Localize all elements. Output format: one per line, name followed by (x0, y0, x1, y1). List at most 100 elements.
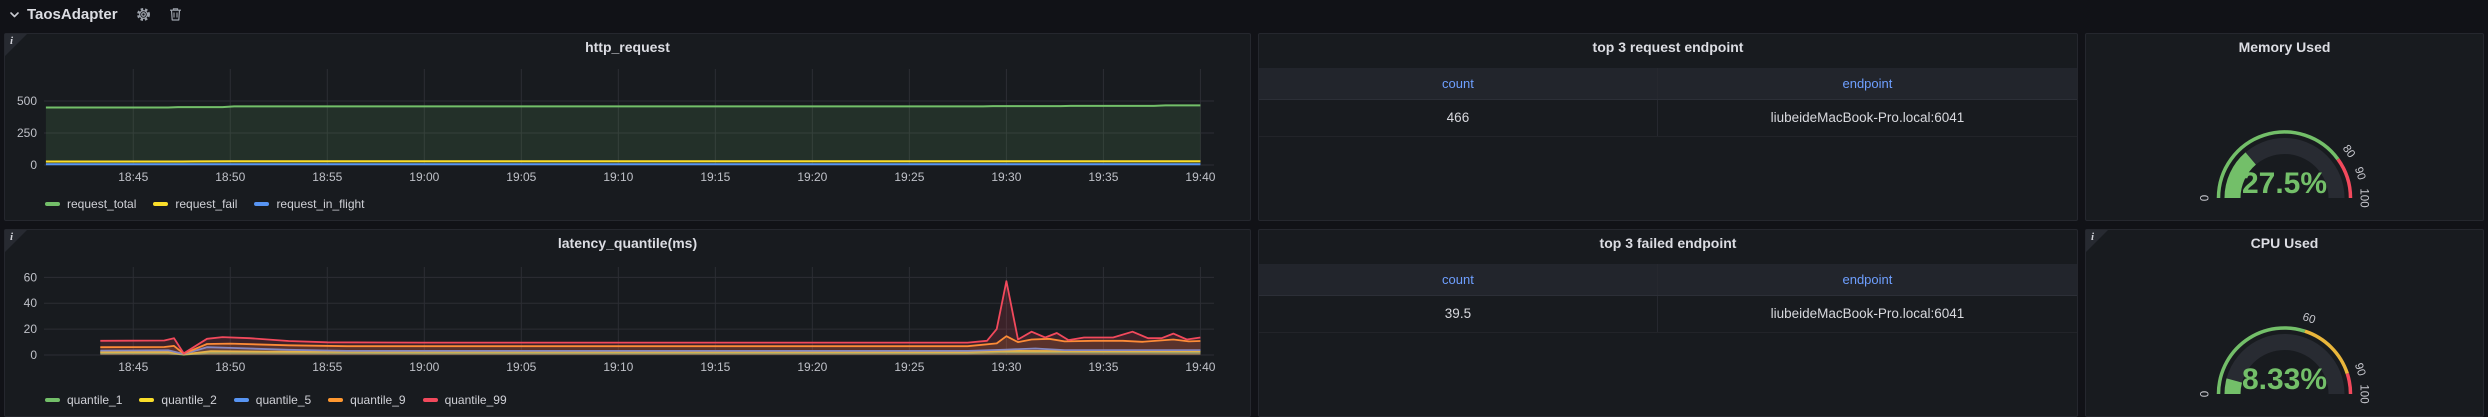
panel-title-cpu-used[interactable]: CPU Used (2086, 230, 2483, 257)
table-header-row: count endpoint (1259, 264, 2077, 296)
panel-cpu-used: i CPU Used 0 60 90 100 8.33% (2085, 229, 2484, 417)
svg-text:19:40: 19:40 (1185, 170, 1215, 184)
svg-text:18:55: 18:55 (312, 170, 342, 184)
legend-swatch (139, 398, 154, 402)
svg-text:18:45: 18:45 (118, 170, 148, 184)
svg-text:90: 90 (2352, 362, 2367, 378)
cell-count: 39.5 (1259, 296, 1657, 332)
panel-info-corner[interactable] (2086, 230, 2108, 252)
legend-item[interactable]: quantile_1 (45, 393, 122, 407)
legend-item[interactable]: request_fail (153, 197, 237, 211)
legend-swatch (153, 202, 168, 206)
memory-used-gauge: 0 80 90 100 27.5% (2086, 60, 2483, 220)
svg-text:250: 250 (17, 126, 37, 140)
trash-icon[interactable] (169, 7, 182, 21)
column-header-endpoint[interactable]: endpoint (1657, 264, 2077, 295)
http-request-plot[interactable]: 025050018:4518:5018:5519:0019:0519:1019:… (5, 34, 1250, 220)
svg-text:0: 0 (30, 348, 37, 362)
svg-text:0: 0 (2200, 391, 2212, 397)
top-request-table: count endpoint 466 liubeideMacBook-Pro.l… (1259, 68, 2077, 137)
table-row: 39.5 liubeideMacBook-Pro.local:6041 (1259, 296, 2077, 333)
svg-text:19:25: 19:25 (894, 360, 924, 374)
legend-label: request_total (67, 197, 136, 211)
legend-swatch (45, 398, 60, 402)
legend-label: quantile_9 (350, 393, 405, 407)
svg-text:19:05: 19:05 (506, 170, 536, 184)
panel-memory-used: Memory Used 0 80 90 100 27.5% (2085, 33, 2484, 221)
svg-text:19:00: 19:00 (409, 170, 439, 184)
svg-text:90: 90 (2352, 166, 2367, 182)
legend-item[interactable]: request_total (45, 197, 136, 211)
gear-icon[interactable] (136, 7, 151, 22)
svg-text:18:50: 18:50 (215, 170, 245, 184)
legend-label: quantile_5 (256, 393, 311, 407)
svg-text:500: 500 (17, 94, 37, 108)
chevron-down-icon[interactable] (9, 9, 20, 20)
svg-text:100: 100 (2357, 384, 2369, 403)
legend-swatch (234, 398, 249, 402)
legend-swatch (423, 398, 438, 402)
svg-text:80: 80 (2340, 143, 2357, 160)
latency-quantile-legend: quantile_1 quantile_2 quantile_5 quantile_9… (45, 393, 507, 407)
table-header-row: count endpoint (1259, 68, 2077, 100)
info-icon[interactable]: i (2091, 231, 2094, 243)
svg-text:100: 100 (2357, 188, 2369, 207)
cpu-used-gauge: 0 60 90 100 8.33% (2086, 256, 2483, 416)
table-row: 466 liubeideMacBook-Pro.local:6041 (1259, 100, 2077, 137)
legend-item[interactable]: quantile_2 (139, 393, 216, 407)
svg-text:0: 0 (2200, 195, 2212, 201)
legend-swatch (328, 398, 343, 402)
svg-text:20: 20 (24, 322, 38, 336)
svg-text:60: 60 (24, 270, 38, 284)
svg-text:19:00: 19:00 (409, 360, 439, 374)
legend-label: quantile_1 (67, 393, 122, 407)
svg-text:19:35: 19:35 (1088, 170, 1118, 184)
svg-text:19:40: 19:40 (1185, 360, 1215, 374)
svg-text:19:10: 19:10 (603, 360, 633, 374)
cell-count: 466 (1259, 100, 1657, 136)
panel-http-request: i http_request 025050018:4518:5018:5519:… (4, 33, 1251, 221)
svg-text:19:30: 19:30 (991, 170, 1021, 184)
svg-text:19:15: 19:15 (700, 170, 730, 184)
column-header-count[interactable]: count (1259, 264, 1657, 295)
panel-latency-quantile: i latency_quantile(ms) 020406018:4518:50… (4, 229, 1251, 417)
legend-item[interactable]: quantile_5 (234, 393, 311, 407)
svg-text:40: 40 (24, 296, 38, 310)
panel-title-top-request[interactable]: top 3 request endpoint (1259, 34, 2077, 61)
svg-text:19:30: 19:30 (991, 360, 1021, 374)
svg-text:8.33%: 8.33% (2242, 363, 2327, 396)
svg-text:18:55: 18:55 (312, 360, 342, 374)
svg-text:19:15: 19:15 (700, 360, 730, 374)
svg-text:0: 0 (30, 158, 37, 172)
column-header-count[interactable]: count (1259, 68, 1657, 99)
svg-text:19:20: 19:20 (797, 170, 827, 184)
svg-text:18:45: 18:45 (118, 360, 148, 374)
legend-item[interactable]: quantile_99 (423, 393, 507, 407)
svg-text:19:05: 19:05 (506, 360, 536, 374)
cell-endpoint: liubeideMacBook-Pro.local:6041 (1657, 296, 2077, 332)
svg-text:27.5%: 27.5% (2242, 167, 2327, 200)
latency-quantile-plot[interactable]: 0 20 40 60 18:45 18:50 18:55 19:00 19:05 19:10 19:… (5, 230, 1250, 416)
row-title[interactable]: TaosAdapter (27, 6, 118, 23)
svg-text:18:50: 18:50 (215, 360, 245, 374)
grafana-dashboard: { "header": { "title": "TaosAdapter" }, … (0, 0, 2488, 417)
svg-text:19:25: 19:25 (894, 170, 924, 184)
panel-top-failed-endpoint: top 3 failed endpoint count endpoint 39.… (1258, 229, 2078, 417)
legend-label: request_in_flight (276, 197, 364, 211)
svg-text:19:20: 19:20 (797, 360, 827, 374)
cell-endpoint: liubeideMacBook-Pro.local:6041 (1657, 100, 2077, 136)
svg-text:19:35: 19:35 (1088, 360, 1118, 374)
svg-text:60: 60 (2301, 311, 2317, 326)
panel-title-memory-used[interactable]: Memory Used (2086, 34, 2483, 61)
legend-label: quantile_2 (161, 393, 216, 407)
panel-title-top-failed[interactable]: top 3 failed endpoint (1259, 230, 2077, 257)
http-request-legend: request_total request_fail request_in_flig… (45, 197, 365, 211)
row-header: TaosAdapter (0, 0, 2488, 28)
legend-label: request_fail (175, 197, 237, 211)
legend-swatch (254, 202, 269, 206)
column-header-endpoint[interactable]: endpoint (1657, 68, 2077, 99)
legend-swatch (45, 202, 60, 206)
legend-item[interactable]: request_in_flight (254, 197, 364, 211)
panel-top-request-endpoint: top 3 request endpoint count endpoint 46… (1258, 33, 2078, 221)
legend-item[interactable]: quantile_9 (328, 393, 405, 407)
